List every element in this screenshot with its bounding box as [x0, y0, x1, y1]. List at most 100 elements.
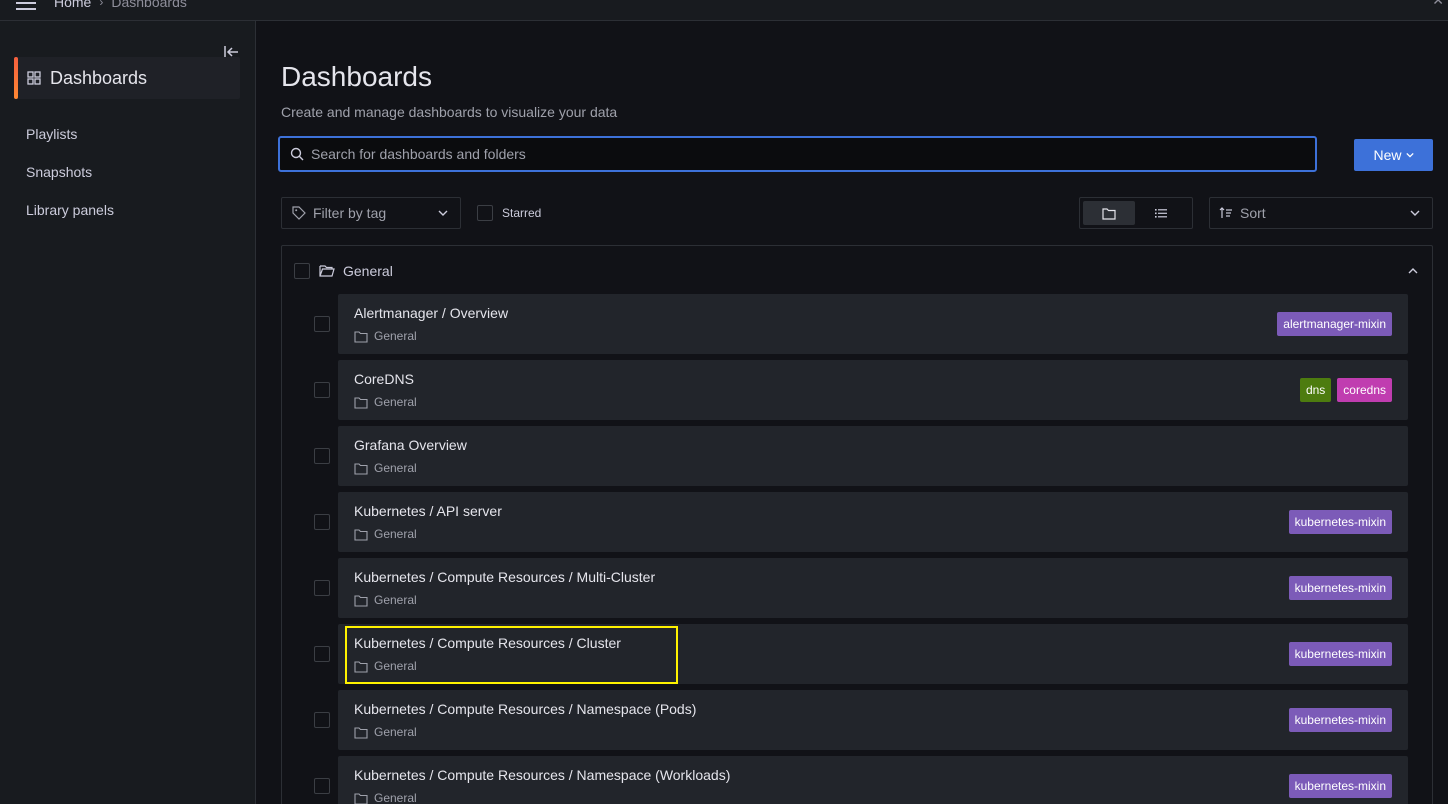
folder-open-icon	[319, 265, 335, 277]
sidebar-item-library-panels[interactable]: Library panels	[26, 202, 114, 218]
dashboard-tags: kubernetes-mixin	[1288, 708, 1392, 732]
dashboard-title[interactable]: CoreDNS	[354, 371, 414, 387]
dashboard-folder: General	[354, 329, 417, 343]
dashboard-title[interactable]: Alertmanager / Overview	[354, 305, 508, 321]
page-subtitle: Create and manage dashboards to visualiz…	[281, 104, 618, 120]
list-view-button[interactable]	[1135, 201, 1187, 225]
close-icon[interactable]: ✕	[1432, 0, 1444, 9]
dashboard-folder: General	[354, 593, 417, 607]
dashboard-checkbox[interactable]	[314, 580, 330, 596]
dashboard-checkbox[interactable]	[314, 382, 330, 398]
starred-checkbox[interactable]	[477, 205, 493, 221]
dashboard-tag[interactable]: alertmanager-mixin	[1277, 312, 1392, 336]
folder-icon	[354, 396, 368, 409]
search-icon	[290, 147, 304, 161]
sidebar-title: Dashboards	[50, 67, 148, 88]
folder-icon	[354, 660, 368, 673]
tag-icon	[292, 206, 306, 220]
dashboard-tag[interactable]: kubernetes-mixin	[1288, 708, 1392, 732]
chevron-down-icon	[438, 210, 448, 216]
view-toggle	[1079, 197, 1193, 229]
sidebar-item-playlists[interactable]: Playlists	[26, 126, 77, 142]
dashboard-card[interactable]: Grafana Overview General	[338, 426, 1408, 486]
dashboard-tags: kubernetes-mixin	[1288, 774, 1392, 798]
dashboard-title[interactable]: Kubernetes / Compute Resources / Cluster	[354, 635, 621, 651]
dashboard-folder: General	[354, 461, 417, 475]
dashboard-folder: General	[354, 527, 417, 541]
dashboard-card[interactable]: Alertmanager / Overview General alertmanag…	[338, 294, 1408, 354]
dashboard-folder-name: General	[374, 791, 417, 804]
dashboard-title[interactable]: Kubernetes / Compute Resources / Namespa…	[354, 701, 696, 717]
apps-grid-icon	[27, 71, 41, 85]
menu-icon[interactable]	[16, 0, 36, 10]
dashboard-folder: General	[354, 725, 417, 739]
dashboard-tags: kubernetes-mixin	[1288, 642, 1392, 666]
chevron-down-icon	[1410, 210, 1420, 216]
dashboard-folder: General	[354, 395, 417, 409]
dashboard-folder-name: General	[374, 329, 417, 343]
dashboard-card[interactable]: Kubernetes / Compute Resources / Namespa…	[338, 756, 1408, 804]
folder-icon	[354, 528, 368, 541]
folder-icon	[354, 330, 368, 343]
sidebar-item-dashboards[interactable]: Dashboards	[14, 57, 240, 99]
folder-icon	[354, 726, 368, 739]
search-input[interactable]	[311, 146, 1315, 162]
sidebar-item-snapshots[interactable]: Snapshots	[26, 164, 92, 180]
dashboard-folder-name: General	[374, 725, 417, 739]
dashboard-row: Kubernetes / Compute Resources / Namespa…	[282, 690, 1432, 750]
dashboard-row: CoreDNS General dns coredns	[282, 360, 1432, 420]
sort-label: Sort	[1240, 205, 1266, 221]
main-content: Dashboards Create and manage dashboards …	[257, 21, 1448, 804]
dashboard-row: Kubernetes / Compute Resources / Multi-C…	[282, 558, 1432, 618]
dashboard-tag[interactable]: kubernetes-mixin	[1288, 642, 1392, 666]
folder-checkbox[interactable]	[294, 263, 310, 279]
folder-icon	[354, 462, 368, 475]
folder-section: General Alertmanager / Overview General al…	[281, 245, 1433, 804]
dashboard-tags: kubernetes-mixin	[1288, 510, 1392, 534]
dashboard-tag[interactable]: coredns	[1337, 378, 1392, 402]
dashboard-folder-name: General	[374, 659, 417, 673]
dashboard-tag[interactable]: kubernetes-mixin	[1288, 774, 1392, 798]
sort-select[interactable]: Sort	[1209, 197, 1433, 229]
dashboard-checkbox[interactable]	[314, 316, 330, 332]
folder-view-button[interactable]	[1083, 201, 1135, 225]
folder-header[interactable]: General	[294, 263, 393, 279]
dashboard-checkbox[interactable]	[314, 448, 330, 464]
dashboard-checkbox[interactable]	[314, 778, 330, 794]
breadcrumb-home[interactable]: Home	[54, 0, 91, 10]
dashboard-checkbox[interactable]	[314, 646, 330, 662]
dashboard-tags: dns coredns	[1299, 378, 1392, 402]
dashboard-row: Grafana Overview General	[282, 426, 1432, 486]
chevron-up-icon[interactable]	[1408, 266, 1418, 276]
dashboard-card[interactable]: Kubernetes / API server General kubernetes…	[338, 492, 1408, 552]
dashboard-card[interactable]: Kubernetes / Compute Resources / Multi-C…	[338, 558, 1408, 618]
dashboard-checkbox[interactable]	[314, 514, 330, 530]
dashboard-title[interactable]: Grafana Overview	[354, 437, 467, 453]
dashboard-checkbox[interactable]	[314, 712, 330, 728]
top-bar: Home › Dashboards ✕	[0, 0, 1448, 21]
starred-label: Starred	[502, 206, 542, 220]
dashboard-folder-name: General	[374, 527, 417, 541]
dashboard-card[interactable]: Kubernetes / Compute Resources / Namespa…	[338, 690, 1408, 750]
dashboard-folder: General	[354, 659, 417, 673]
dashboard-tag[interactable]: dns	[1299, 378, 1332, 402]
chevron-down-icon	[1405, 152, 1414, 158]
dashboard-card[interactable]: Kubernetes / Compute Resources / Cluster…	[338, 624, 1408, 684]
new-button[interactable]: New	[1354, 139, 1433, 171]
breadcrumb-current: Dashboards	[111, 0, 187, 10]
dashboard-title[interactable]: Kubernetes / API server	[354, 503, 502, 519]
search-box[interactable]	[278, 136, 1317, 172]
dashboard-row: Alertmanager / Overview General alertmanag…	[282, 294, 1432, 354]
dashboard-title[interactable]: Kubernetes / Compute Resources / Namespa…	[354, 767, 730, 783]
folder-name: General	[343, 263, 393, 279]
list-icon	[1155, 209, 1167, 218]
dashboard-title[interactable]: Kubernetes / Compute Resources / Multi-C…	[354, 569, 655, 585]
starred-filter[interactable]: Starred	[477, 205, 541, 221]
dashboard-tag[interactable]: kubernetes-mixin	[1288, 510, 1392, 534]
chevron-right-icon: ›	[99, 0, 104, 9]
dashboard-card[interactable]: CoreDNS General dns coredns	[338, 360, 1408, 420]
filter-by-tag-select[interactable]: Filter by tag	[281, 197, 461, 229]
dashboard-tag[interactable]: kubernetes-mixin	[1288, 576, 1392, 600]
new-button-label: New	[1373, 147, 1402, 163]
folder-icon	[1102, 207, 1116, 220]
